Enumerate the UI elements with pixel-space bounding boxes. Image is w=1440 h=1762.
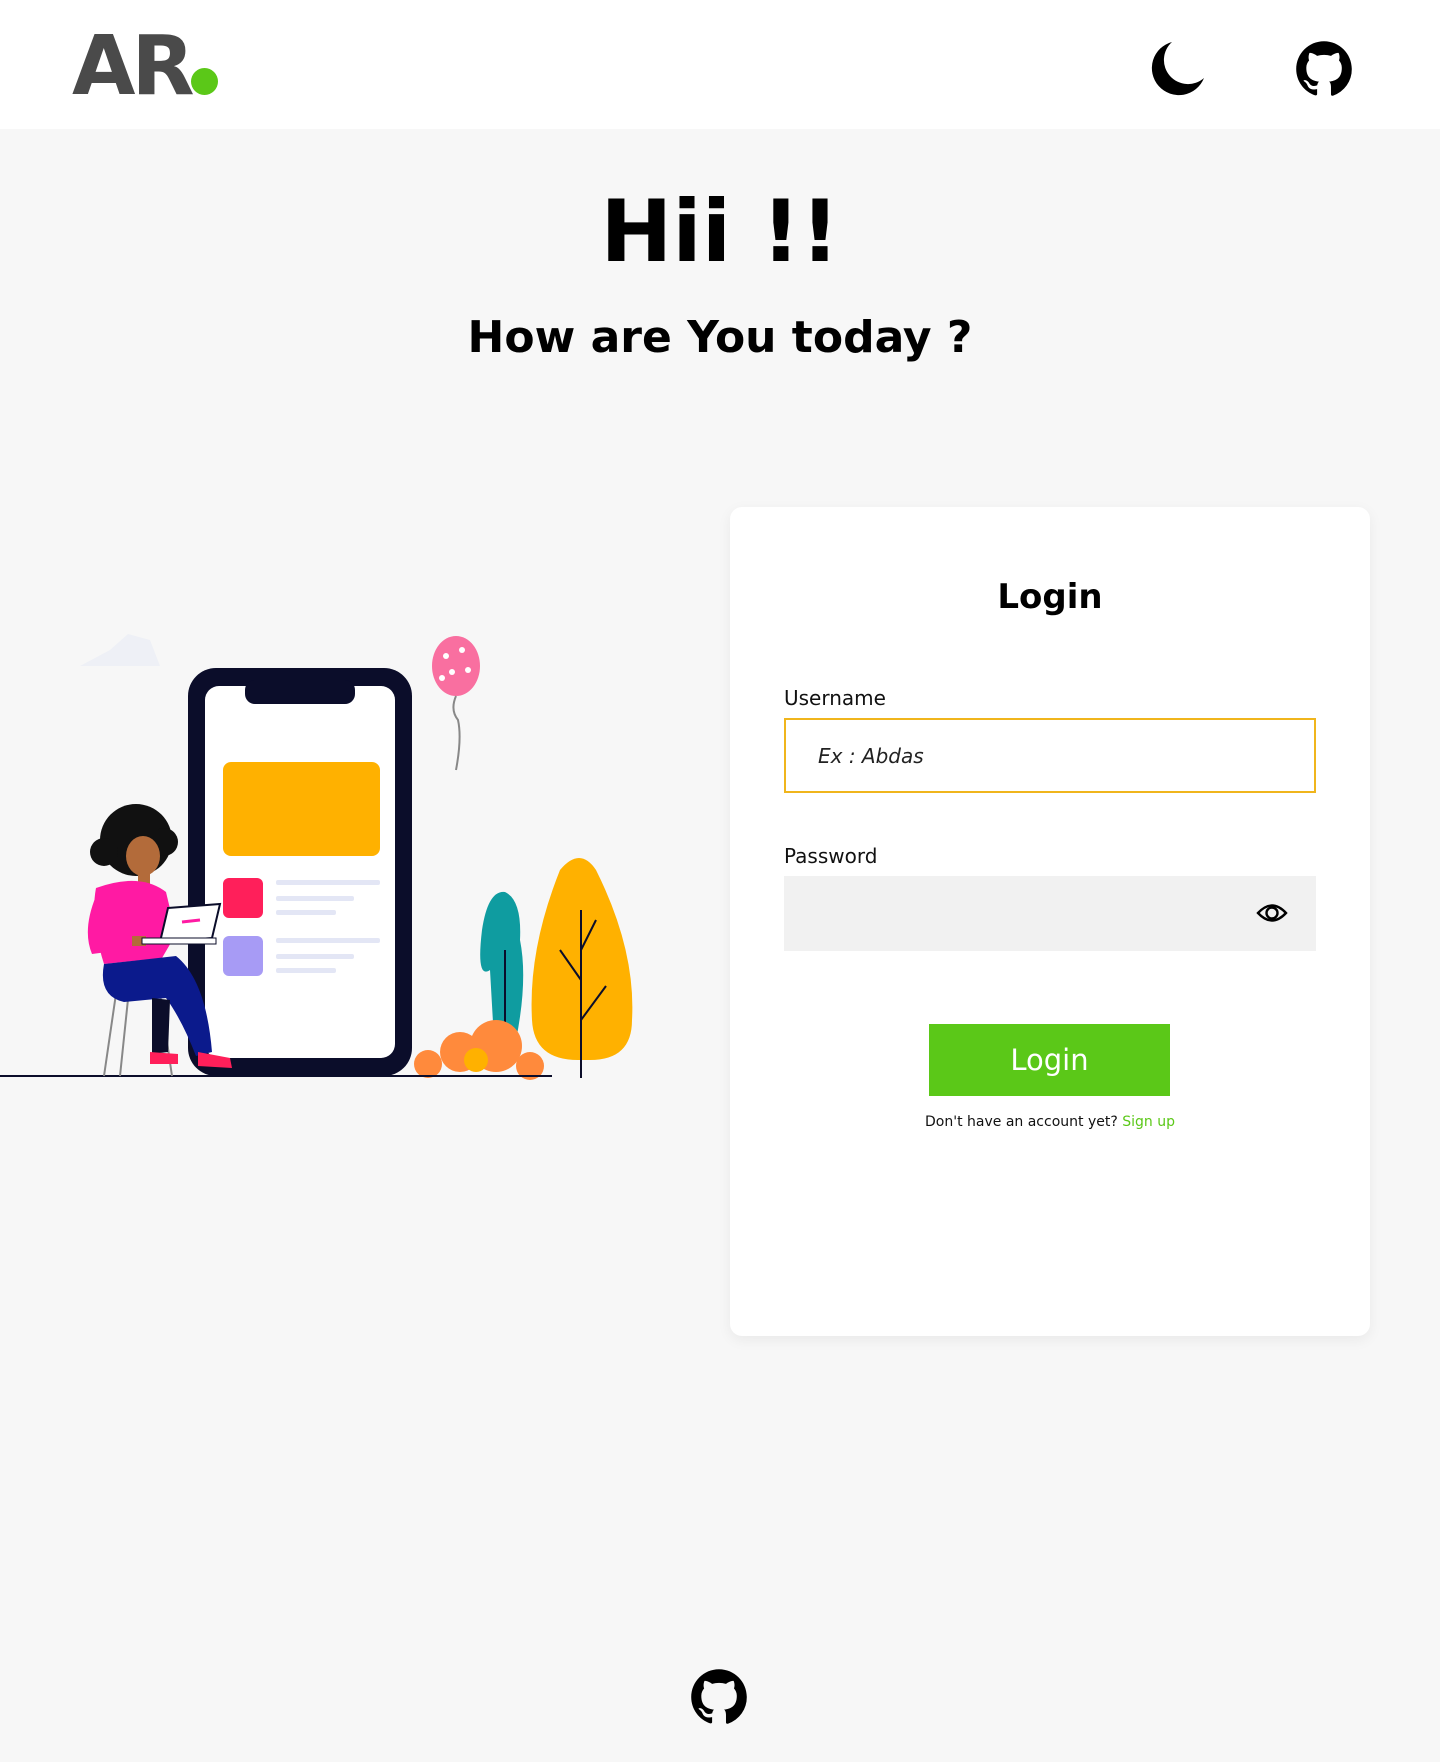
footer-github-icon[interactable] (690, 1668, 748, 1726)
login-button[interactable]: Login (929, 1024, 1170, 1096)
eye-icon[interactable] (1256, 899, 1288, 927)
logo-dot (191, 68, 218, 95)
password-label: Password (784, 844, 878, 868)
login-title: Login (997, 577, 1103, 617)
github-icon[interactable] (1295, 40, 1353, 98)
username-label: Username (784, 686, 886, 710)
signup-prompt: Don't have an account yet? (925, 1114, 1118, 1130)
signup-link[interactable]: Sign up (1122, 1114, 1175, 1130)
hero-title: Hii !! (600, 182, 840, 282)
password-input[interactable] (784, 876, 1316, 951)
hero-subtitle: How are You today ? (467, 312, 973, 363)
top-header: AR (0, 0, 1440, 129)
signup-line: Don't have an account yet? Sign up (730, 1112, 1370, 1132)
moon-icon[interactable] (1148, 38, 1208, 98)
username-input[interactable] (784, 718, 1316, 793)
login-card: Login Username Password Login Don't have… (730, 507, 1370, 1336)
logo-text[interactable]: AR (72, 22, 195, 112)
person-with-phone-illustration (0, 634, 633, 1080)
